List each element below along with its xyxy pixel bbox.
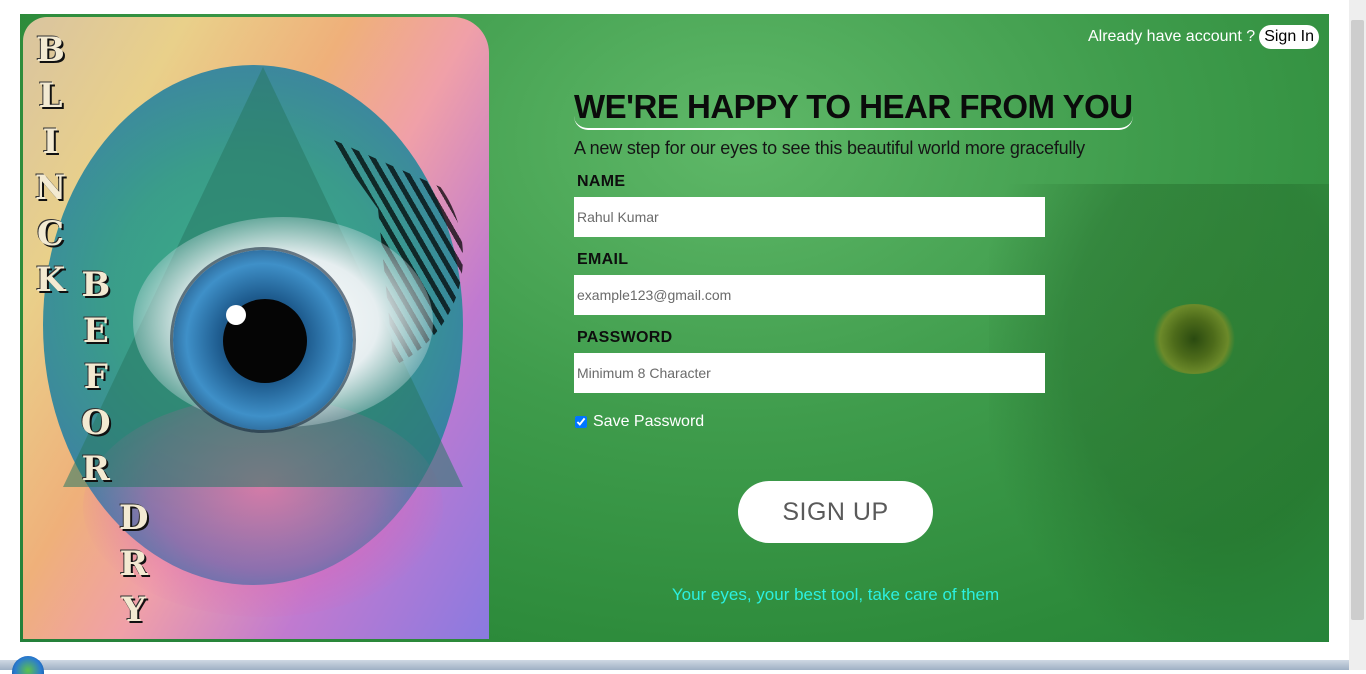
brand-word-before: B E F O R (81, 262, 111, 492)
account-prompt-text: Already have account ? (1087, 28, 1256, 45)
brand-letter: B (81, 265, 111, 305)
brand-letter: R (119, 544, 148, 584)
page-subtitle: A new step for our eyes to see this beau… (574, 138, 1085, 158)
brand-letter: B (36, 30, 65, 70)
password-input[interactable] (574, 353, 1045, 393)
eye-artwork-image: B L I N C K B E F O R D R Y (23, 17, 489, 639)
os-taskbar (0, 660, 1349, 670)
name-input[interactable] (574, 197, 1045, 237)
brand-word-dry: D R Y (119, 495, 148, 633)
vertical-scrollbar[interactable] (1349, 0, 1366, 670)
scrollbar-thumb[interactable] (1351, 20, 1364, 620)
sign-in-button[interactable]: Sign In (1259, 25, 1319, 49)
brand-letter: F (83, 357, 108, 397)
name-label: NAME (577, 173, 626, 190)
save-password-label: Save Password (593, 413, 705, 430)
save-password-row[interactable]: Save Password (574, 413, 1134, 431)
tagline: Your eyes, your best tool, take care of … (671, 585, 1000, 604)
brand-letter: I (42, 122, 59, 162)
brand-letter: R (81, 449, 110, 489)
brand-letter: L (38, 76, 63, 116)
brand-letter: N (35, 168, 67, 208)
signup-panel: B L I N C K B E F O R D R Y Already have… (20, 14, 1329, 642)
brand-letter: E (82, 311, 109, 351)
save-password-checkbox[interactable] (575, 416, 587, 428)
signin-prompt: Already have account ? Sign In (1088, 25, 1319, 49)
signup-form: WE'RE HAPPY TO HEAR FROM YOU A new step … (574, 88, 1134, 604)
art-glint (226, 305, 246, 325)
email-label: EMAIL (577, 251, 629, 268)
brand-letter: K (35, 260, 66, 300)
brand-word-blinck: B L I N C K (35, 27, 66, 303)
eagle-eye (1149, 304, 1239, 374)
page-title: WE'RE HAPPY TO HEAR FROM YOU (574, 88, 1133, 130)
brand-letter: C (37, 214, 65, 254)
brand-letter: O (81, 403, 111, 443)
brand-letter: D (119, 498, 149, 538)
email-input[interactable] (574, 275, 1045, 315)
start-orb-icon[interactable] (12, 656, 44, 674)
brand-letter: Y (121, 590, 146, 630)
sign-up-button[interactable]: SIGN UP (738, 481, 933, 543)
password-label: PASSWORD (577, 329, 673, 346)
